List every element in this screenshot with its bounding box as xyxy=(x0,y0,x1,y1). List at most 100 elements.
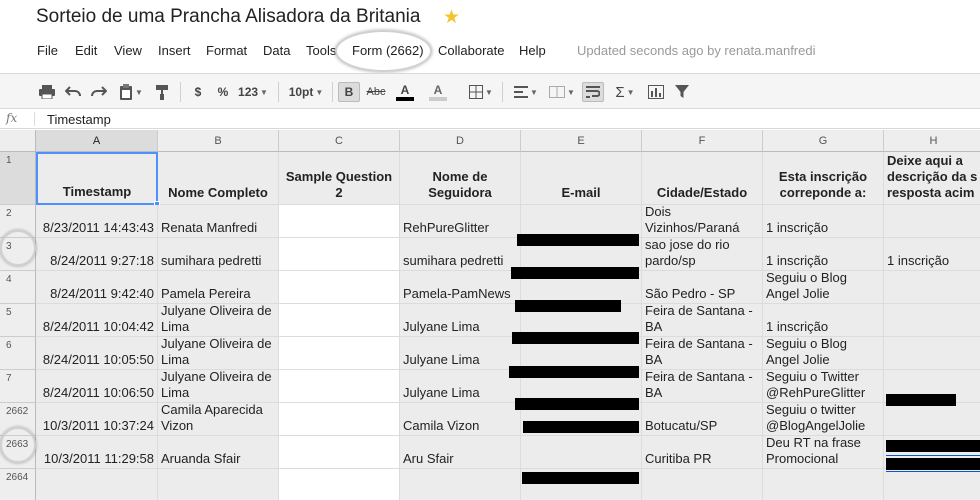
description-cell[interactable]: 1 inscrição xyxy=(884,238,980,271)
document-title[interactable]: Sorteio de uma Prancha Alisadora da Brit… xyxy=(36,6,420,28)
city-state-cell[interactable]: Curitiba PR xyxy=(642,436,763,469)
sample-question-cell[interactable] xyxy=(279,271,400,304)
subscription-cell[interactable]: Seguiu o twitter @BlogAngelJolie xyxy=(763,403,884,436)
city-state-cell[interactable]: sao jose do rio pardo/sp xyxy=(642,238,763,271)
sample-question-cell[interactable] xyxy=(279,403,400,436)
merge-cells-icon[interactable]: ▼ xyxy=(546,82,578,102)
name-cell[interactable]: Renata Manfredi xyxy=(158,205,279,238)
menu-format[interactable]: Format xyxy=(206,43,247,58)
bold-button[interactable]: B xyxy=(338,82,360,102)
row-header[interactable]: 7 xyxy=(0,370,36,403)
city-state-cell[interactable]: Feira de Santana - BA xyxy=(642,337,763,370)
city-state-cell[interactable]: Feira de Santana - BA xyxy=(642,304,763,337)
menu-help[interactable]: Help xyxy=(519,43,546,58)
email-cell[interactable] xyxy=(521,436,642,469)
wrap-text-icon[interactable] xyxy=(582,82,604,102)
undo-icon[interactable] xyxy=(64,82,82,102)
description-cell[interactable] xyxy=(884,205,980,238)
font-size-dropdown[interactable]: 10pt ▼ xyxy=(286,82,326,102)
timestamp-cell[interactable]: 8/24/2011 10:06:50 xyxy=(36,370,158,403)
name-cell[interactable] xyxy=(158,469,279,500)
follower-name-cell[interactable]: Julyane Lima xyxy=(400,304,521,337)
text-color-button[interactable]: A xyxy=(390,82,420,102)
description-cell[interactable] xyxy=(884,403,980,436)
column-header-e[interactable]: E xyxy=(521,130,642,152)
city-state-cell[interactable]: Botucatu/SP xyxy=(642,403,763,436)
column-header-f[interactable]: F xyxy=(642,130,763,152)
borders-icon[interactable]: ▼ xyxy=(465,82,497,102)
name-cell[interactable]: Camila Aparecida Vizon xyxy=(158,403,279,436)
description-cell[interactable] xyxy=(884,271,980,304)
menu-edit[interactable]: Edit xyxy=(75,43,97,58)
menu-tools[interactable]: Tools xyxy=(306,43,336,58)
header-cell[interactable]: Nome Completo xyxy=(158,152,279,205)
follower-name-cell[interactable]: Julyane Lima xyxy=(400,370,521,403)
menu-view[interactable]: View xyxy=(114,43,142,58)
follower-name-cell[interactable]: Aru Sfair xyxy=(400,436,521,469)
menu-data[interactable]: Data xyxy=(263,43,290,58)
paste-icon[interactable]: ▼ xyxy=(115,82,147,102)
column-header-c[interactable]: C xyxy=(279,130,400,152)
column-header-g[interactable]: G xyxy=(763,130,884,152)
subscription-cell[interactable]: Seguiu o Blog Angel Jolie xyxy=(763,271,884,304)
description-cell[interactable] xyxy=(884,337,980,370)
timestamp-cell[interactable]: 8/23/2011 14:43:43 xyxy=(36,205,158,238)
row-header[interactable]: 4 xyxy=(0,271,36,304)
name-cell[interactable]: Aruanda Sfair xyxy=(158,436,279,469)
timestamp-cell[interactable]: 8/24/2011 10:05:50 xyxy=(36,337,158,370)
column-header-b[interactable]: B xyxy=(158,130,279,152)
fill-color-button[interactable]: A xyxy=(423,82,453,102)
column-header-h[interactable]: H xyxy=(884,130,980,152)
row-header[interactable]: 5 xyxy=(0,304,36,337)
menu-insert[interactable]: Insert xyxy=(158,43,191,58)
subscription-cell[interactable]: 1 inscrição xyxy=(763,238,884,271)
subscription-cell[interactable]: 1 inscrição xyxy=(763,205,884,238)
menu-collaborate[interactable]: Collaborate xyxy=(438,43,505,58)
subscription-cell[interactable]: Seguiu o Blog Angel Jolie xyxy=(763,337,884,370)
name-cell[interactable]: Julyane Oliveira de Lima xyxy=(158,370,279,403)
column-header-a[interactable]: A xyxy=(36,130,158,152)
percent-format-button[interactable]: % xyxy=(215,82,231,102)
sample-question-cell[interactable] xyxy=(279,370,400,403)
timestamp-cell[interactable] xyxy=(36,469,158,500)
name-cell[interactable]: Julyane Oliveira de Lima xyxy=(158,304,279,337)
header-cell[interactable]: E-mail xyxy=(521,152,642,205)
header-cell[interactable]: Deixe aqui a descrição da s resposta aci… xyxy=(884,152,980,205)
star-icon[interactable]: ★ xyxy=(443,6,460,29)
print-icon[interactable] xyxy=(38,82,56,102)
description-cell[interactable] xyxy=(884,469,980,500)
subscription-cell[interactable] xyxy=(763,469,884,500)
header-cell[interactable]: Esta inscrição correponde a: xyxy=(763,152,884,205)
city-state-cell[interactable] xyxy=(642,469,763,500)
sample-question-cell[interactable] xyxy=(279,304,400,337)
row-header[interactable]: 1 xyxy=(0,152,36,205)
timestamp-cell[interactable]: 8/24/2011 10:04:42 xyxy=(36,304,158,337)
align-left-icon[interactable]: ▼ xyxy=(510,82,542,102)
currency-format-button[interactable]: $ xyxy=(190,82,206,102)
header-cell[interactable]: Nome de Seguidora xyxy=(400,152,521,205)
header-cell[interactable]: Sample Question 2 xyxy=(279,152,400,205)
description-cell[interactable] xyxy=(884,304,980,337)
follower-name-cell[interactable]: Julyane Lima xyxy=(400,337,521,370)
filter-icon[interactable] xyxy=(673,82,691,102)
header-cell[interactable]: Timestamp xyxy=(36,152,158,205)
timestamp-cell[interactable]: 10/3/2011 10:37:24 xyxy=(36,403,158,436)
name-cell[interactable]: Pamela Pereira xyxy=(158,271,279,304)
city-state-cell[interactable]: São Pedro - SP xyxy=(642,271,763,304)
paint-format-icon[interactable] xyxy=(153,82,171,102)
sample-question-cell[interactable] xyxy=(279,337,400,370)
sum-icon[interactable]: Σ ▼ xyxy=(610,82,640,102)
sample-question-cell[interactable] xyxy=(279,238,400,271)
name-cell[interactable]: sumihara pedretti xyxy=(158,238,279,271)
name-cell[interactable]: Julyane Oliveira de Lima xyxy=(158,337,279,370)
city-state-cell[interactable]: Dois Vizinhos/Paraná xyxy=(642,205,763,238)
menu-file[interactable]: File xyxy=(37,43,58,58)
timestamp-cell[interactable]: 8/24/2011 9:42:40 xyxy=(36,271,158,304)
chart-icon[interactable] xyxy=(646,82,666,102)
subscription-cell[interactable]: Seguiu o Twitter @RehPureGlitter xyxy=(763,370,884,403)
follower-name-cell[interactable]: sumihara pedretti xyxy=(400,238,521,271)
timestamp-cell[interactable]: 8/24/2011 9:27:18 xyxy=(36,238,158,271)
sample-question-cell[interactable] xyxy=(279,205,400,238)
sample-question-cell[interactable] xyxy=(279,436,400,469)
subscription-cell[interactable]: Deu RT na frase Promocional xyxy=(763,436,884,469)
